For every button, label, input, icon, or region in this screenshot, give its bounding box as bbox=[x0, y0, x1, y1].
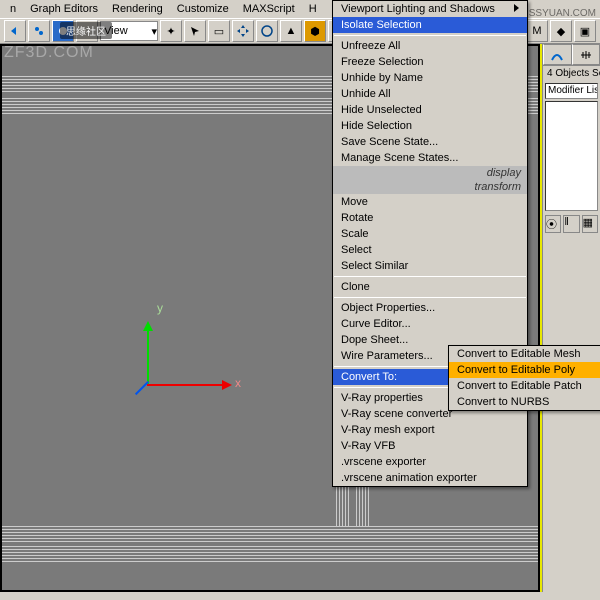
watermark: ZF3D.COM bbox=[4, 44, 94, 62]
x-axis[interactable] bbox=[147, 384, 227, 386]
menu-item[interactable]: Convert to Editable Poly bbox=[449, 362, 600, 378]
y-label: y bbox=[157, 301, 163, 315]
tool-button[interactable]: ▭ bbox=[208, 20, 230, 42]
menu-item[interactable]: Convert to Editable Patch bbox=[449, 378, 600, 394]
logo-watermark: 思缘社区 bbox=[60, 22, 112, 39]
rotate-button[interactable] bbox=[256, 20, 278, 42]
menu-item[interactable]: Unfreeze All bbox=[333, 38, 527, 54]
separator bbox=[334, 297, 526, 298]
command-panel: 4 Objects Se Modifier List ⦿ ‖ ▦ bbox=[542, 44, 600, 592]
menu-item[interactable]: Convert to NURBS bbox=[449, 394, 600, 410]
menu-item[interactable]: Rendering bbox=[106, 1, 169, 17]
menu-item[interactable]: Move bbox=[333, 194, 527, 210]
menu-item[interactable]: H bbox=[303, 1, 323, 17]
context-menu: Viewport Lighting and ShadowsIsolate Sel… bbox=[332, 0, 528, 487]
menu-item[interactable]: Hide Unselected bbox=[333, 102, 527, 118]
tool-button[interactable]: ▣ bbox=[574, 20, 596, 42]
menu-item[interactable]: Graph Editors bbox=[24, 1, 104, 17]
select-button[interactable] bbox=[184, 20, 206, 42]
menu-item[interactable]: Clone bbox=[333, 279, 527, 295]
menu-header: display bbox=[333, 166, 527, 180]
tool-button[interactable]: ✦ bbox=[160, 20, 182, 42]
menu-item[interactable]: Isolate Selection bbox=[333, 17, 527, 33]
menu-item[interactable]: Select bbox=[333, 242, 527, 258]
menu-item[interactable]: V-Ray mesh export bbox=[333, 422, 527, 438]
stack-button[interactable]: ‖ bbox=[563, 215, 579, 233]
modifier-stack[interactable] bbox=[545, 101, 598, 211]
menu-item[interactable]: Freeze Selection bbox=[333, 54, 527, 70]
menu-item[interactable]: Viewport Lighting and Shadows bbox=[333, 1, 527, 17]
modify-tab[interactable] bbox=[543, 44, 572, 65]
menu-item[interactable]: .vrscene exporter bbox=[333, 454, 527, 470]
menu-item[interactable]: Customize bbox=[171, 1, 235, 17]
undo-button[interactable] bbox=[4, 20, 26, 42]
separator bbox=[334, 276, 526, 277]
menu-item[interactable]: Object Properties... bbox=[333, 300, 527, 316]
convert-submenu: Convert to Editable MeshConvert to Edita… bbox=[448, 345, 600, 411]
tool-button[interactable]: ◆ bbox=[550, 20, 572, 42]
menu-item[interactable]: Rotate bbox=[333, 210, 527, 226]
menu-item[interactable]: Scale bbox=[333, 226, 527, 242]
stack-button[interactable]: ▦ bbox=[582, 215, 598, 233]
menu-item[interactable]: n bbox=[4, 1, 22, 17]
move-button[interactable] bbox=[232, 20, 254, 42]
menu-item[interactable]: Curve Editor... bbox=[333, 316, 527, 332]
separator bbox=[334, 35, 526, 36]
hierarchy-tab[interactable] bbox=[572, 44, 600, 65]
menu-item[interactable]: V-Ray VFB bbox=[333, 438, 527, 454]
panel-tabs bbox=[543, 44, 600, 66]
x-label: x bbox=[235, 376, 241, 390]
pin-button[interactable]: ⦿ bbox=[545, 215, 561, 233]
link-button[interactable] bbox=[28, 20, 50, 42]
modifier-list-dropdown[interactable]: Modifier List bbox=[545, 83, 598, 99]
menu-item[interactable]: Manage Scene States... bbox=[333, 150, 527, 166]
menu-item[interactable]: .vrscene animation exporter bbox=[333, 470, 527, 486]
menu-header: transform bbox=[333, 180, 527, 194]
scale-button[interactable]: ▲ bbox=[280, 20, 302, 42]
menu-item[interactable]: Select Similar bbox=[333, 258, 527, 274]
menu-item[interactable]: Hide Selection bbox=[333, 118, 527, 134]
z-axis[interactable] bbox=[133, 379, 153, 399]
tool-button[interactable]: ⬢ bbox=[304, 20, 326, 42]
menu-item[interactable]: Unhide by Name bbox=[333, 70, 527, 86]
menu-item[interactable]: Unhide All bbox=[333, 86, 527, 102]
menu-item[interactable]: Convert to Editable Mesh bbox=[449, 346, 600, 362]
axis-gizmo[interactable]: y x bbox=[127, 306, 247, 426]
mirror-button[interactable]: M bbox=[526, 20, 548, 42]
menu-item[interactable]: Save Scene State... bbox=[333, 134, 527, 150]
y-axis[interactable] bbox=[147, 326, 149, 386]
status-bar bbox=[0, 592, 600, 600]
objects-label: 4 Objects Se bbox=[543, 66, 600, 81]
menu-item[interactable]: MAXScript bbox=[237, 1, 301, 17]
